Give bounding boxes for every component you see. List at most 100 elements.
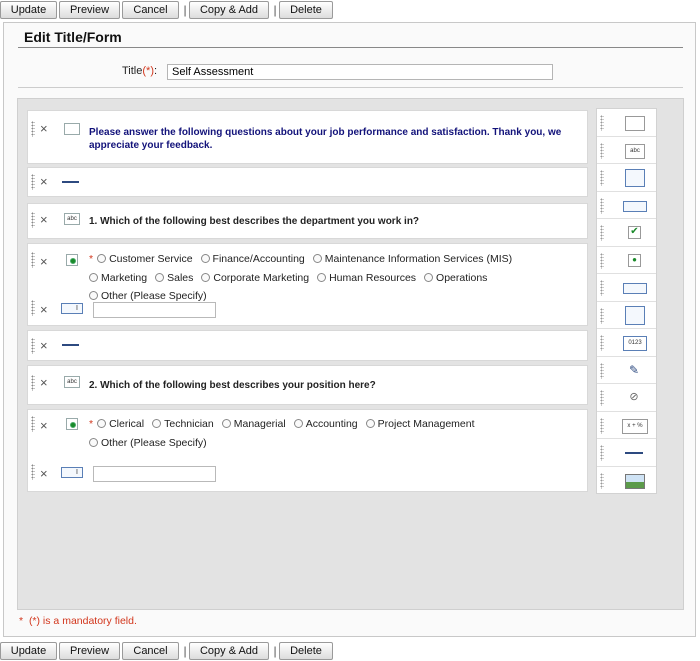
copy-add-button[interactable]: Copy & Add [189, 642, 269, 660]
form-row-separator[interactable]: × [27, 167, 588, 197]
close-icon[interactable]: × [40, 467, 48, 480]
drag-handle[interactable] [600, 170, 604, 186]
update-button[interactable]: Update [0, 1, 57, 19]
palette-item-checkbox[interactable]: ✔ [597, 219, 656, 247]
palette-item-separator[interactable] [597, 439, 656, 467]
palette-item-notes[interactable]: ✎ [597, 357, 656, 384]
drag-handle[interactable] [31, 300, 35, 316]
radio-option[interactable]: Technician [152, 415, 214, 434]
radio-option[interactable]: Human Resources [317, 269, 416, 288]
palette-item-text-area[interactable] [597, 164, 656, 192]
radio-button[interactable] [317, 272, 327, 282]
delete-button[interactable]: Delete [279, 1, 333, 19]
palette-item-number[interactable]: 0123 [597, 329, 656, 357]
copy-add-button[interactable]: Copy & Add [189, 1, 269, 19]
radio-button[interactable] [424, 272, 434, 282]
notes-edit-icon: ✎ [628, 362, 640, 377]
form-row-question-label[interactable]: × abc 2. Which of the following best des… [27, 365, 588, 405]
radio-option[interactable]: Clerical [97, 415, 144, 434]
separator-line-icon [62, 176, 79, 188]
drag-handle[interactable] [600, 142, 604, 159]
drag-handle[interactable] [600, 445, 604, 461]
close-icon[interactable]: × [40, 122, 48, 135]
form-row-radio-group[interactable]: × * Customer Service Finance/Accounting Mai… [27, 243, 588, 326]
radio-button[interactable] [221, 419, 231, 428]
radio-option[interactable]: Managerial [221, 415, 286, 434]
cancel-button[interactable]: Cancel [122, 642, 179, 660]
form-row-separator[interactable]: × [27, 330, 588, 361]
drag-handle[interactable] [31, 416, 35, 432]
preview-button[interactable]: Preview [59, 642, 120, 660]
drag-handle[interactable] [31, 464, 35, 480]
required-marker: * [89, 253, 94, 265]
palette-item-rich-text[interactable] [597, 109, 656, 137]
radio-option[interactable]: Corporate Marketing [201, 269, 309, 288]
drag-handle[interactable] [600, 197, 604, 214]
radio-option[interactable]: Finance/Accounting [200, 250, 305, 269]
radio-button[interactable] [97, 254, 107, 263]
palette-item-dropdown[interactable] [597, 274, 656, 302]
update-button[interactable]: Update [0, 642, 57, 660]
palette-item-attachment[interactable]: ⊘ [597, 384, 656, 412]
drag-handle[interactable] [600, 362, 604, 379]
drag-handle[interactable] [600, 252, 604, 269]
drag-handle[interactable] [31, 338, 35, 354]
form-row-radio-group[interactable]: × * Clerical Technician Managerial Accountin… [27, 409, 588, 492]
textbox-icon [623, 200, 647, 212]
close-icon[interactable]: × [40, 419, 48, 432]
palette-item-calculation[interactable]: x + % [597, 412, 656, 439]
drag-handle[interactable] [600, 390, 604, 406]
radio-option[interactable]: Accounting [293, 415, 358, 434]
palette-item-text-label[interactable]: abc [597, 137, 656, 164]
radio-option[interactable]: Maintenance Information Services (MIS) [312, 250, 512, 269]
drag-handle[interactable] [600, 417, 604, 434]
close-icon[interactable]: × [40, 255, 48, 268]
palette-item-image[interactable] [597, 467, 656, 495]
form-row-question-label[interactable]: × abc 1. Which of the following best des… [27, 203, 588, 239]
radio-button[interactable] [293, 419, 303, 428]
drag-handle[interactable] [600, 307, 604, 324]
radio-option[interactable]: Operations [424, 269, 487, 288]
radio-button[interactable] [152, 419, 162, 428]
drag-handle[interactable] [31, 252, 35, 268]
radio-option[interactable]: Sales [155, 269, 193, 288]
close-icon[interactable]: × [40, 339, 48, 352]
radio-button[interactable] [89, 272, 98, 282]
drag-handle[interactable] [31, 212, 35, 228]
radio-button[interactable] [365, 419, 375, 428]
close-icon[interactable]: × [40, 175, 48, 188]
drag-handle[interactable] [600, 115, 604, 131]
radio-button[interactable] [97, 419, 107, 428]
drag-handle[interactable] [31, 121, 35, 137]
palette-item-list-box[interactable] [597, 302, 656, 329]
form-row-intro[interactable]: × Please answer the following questions … [27, 110, 588, 164]
drag-handle[interactable] [600, 335, 604, 351]
radio-button-icon [66, 418, 78, 430]
close-icon[interactable]: × [40, 376, 48, 389]
preview-button[interactable]: Preview [59, 1, 120, 19]
radio-option[interactable]: Project Management [365, 415, 475, 434]
radio-option[interactable]: Other (Please Specify) [89, 434, 207, 453]
radio-button[interactable] [312, 254, 322, 263]
radio-button[interactable] [200, 254, 210, 263]
other-specify-input[interactable] [93, 302, 216, 318]
drag-handle[interactable] [600, 472, 604, 489]
close-icon[interactable]: × [40, 213, 48, 226]
radio-button[interactable] [201, 272, 211, 282]
other-specify-input[interactable] [93, 466, 216, 482]
radio-button[interactable] [155, 272, 165, 282]
drag-handle[interactable] [31, 174, 35, 190]
radio-option[interactable]: Customer Service [97, 250, 193, 269]
cancel-button[interactable]: Cancel [122, 1, 179, 19]
radio-button[interactable] [89, 291, 98, 300]
close-icon[interactable]: × [40, 303, 48, 316]
drag-handle[interactable] [600, 225, 604, 241]
delete-button[interactable]: Delete [279, 642, 333, 660]
palette-item-textbox[interactable] [597, 192, 656, 219]
drag-handle[interactable] [600, 280, 604, 296]
drag-handle[interactable] [31, 375, 35, 391]
palette-item-radio[interactable]: ● [597, 247, 656, 274]
title-input[interactable] [167, 64, 553, 80]
radio-button[interactable] [89, 437, 98, 447]
radio-option[interactable]: Marketing [89, 269, 147, 288]
